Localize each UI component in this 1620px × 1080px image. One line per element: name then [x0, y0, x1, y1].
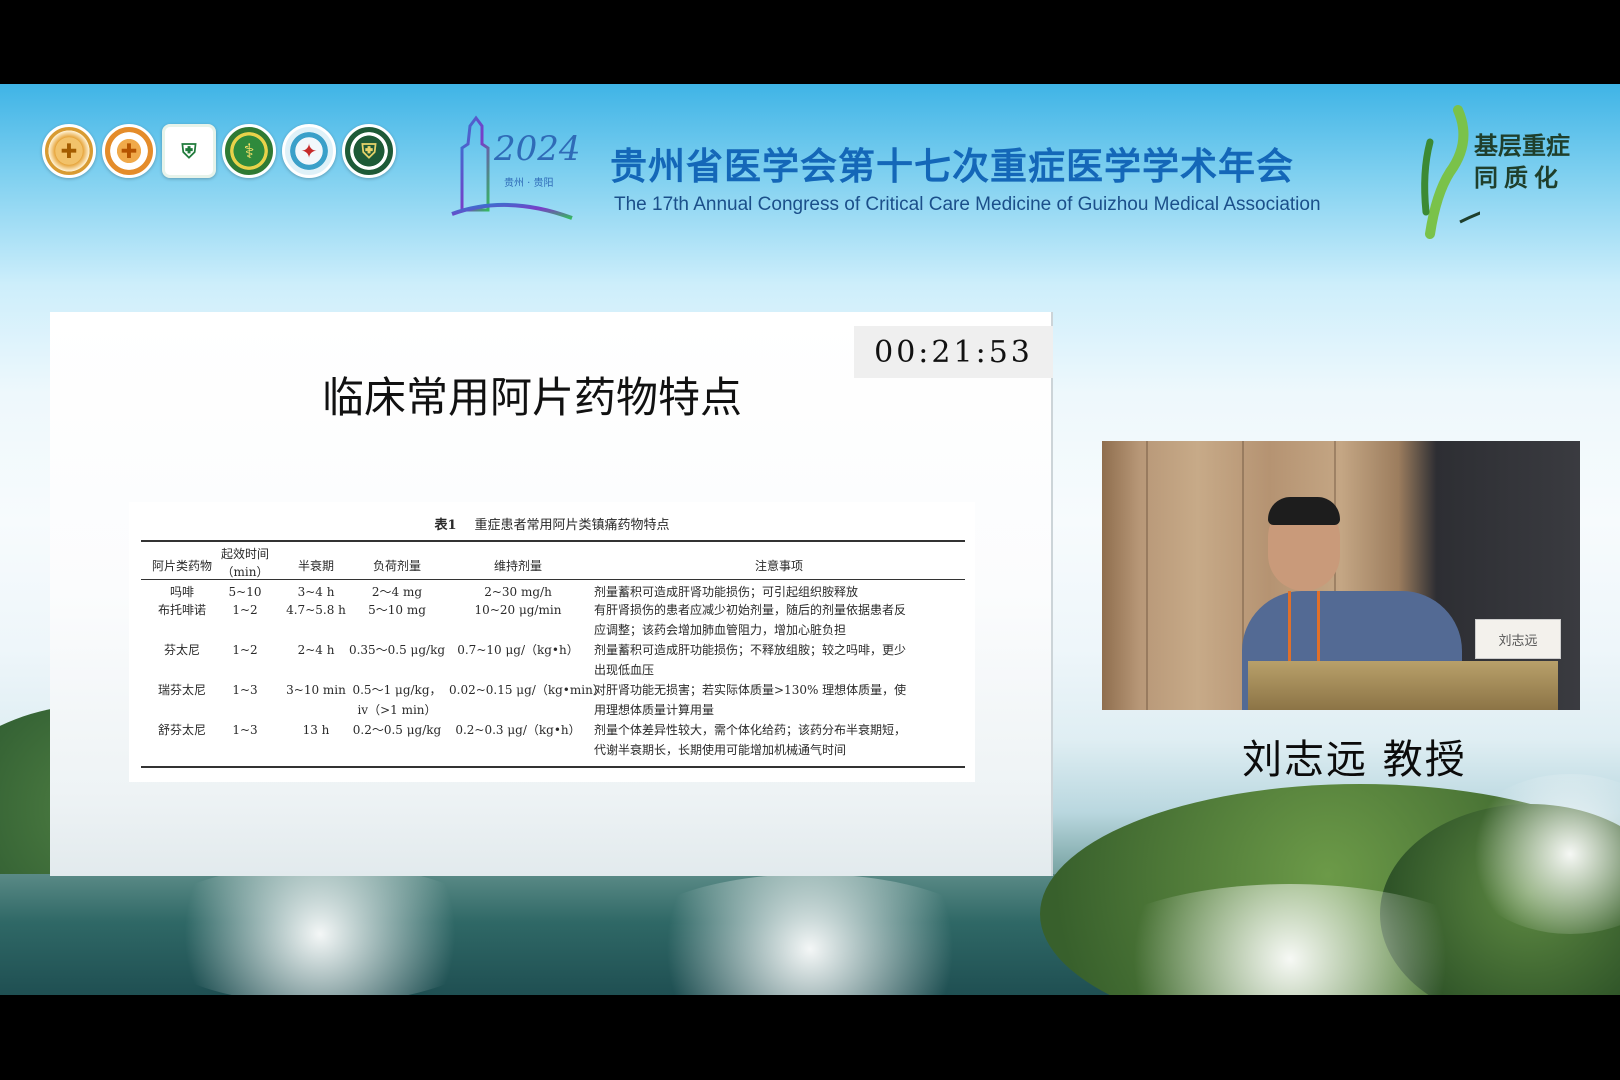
header-onset-unit: （min） [221, 565, 269, 579]
table-cell-halflife: 4.7~5.8 h [286, 603, 346, 617]
org-seal-5-icon: ✦ [282, 124, 336, 178]
brand-line-1: 基层重症 [1474, 132, 1570, 160]
table-rule-top [141, 540, 965, 542]
letterbox-bottom [0, 995, 1620, 1080]
table-cell-halflife: 13 h [302, 723, 330, 737]
table-cell-notes: 有肝肾损伤的患者应减少初始剂量，随后的剂量依据患者反 [594, 603, 907, 617]
header-notes: 注意事项 [754, 559, 803, 573]
table-cell-drug: 舒芬太尼 [157, 723, 206, 737]
session-timer: 00:21:53 [854, 326, 1053, 378]
table-cell-notes-cont: 应调整；该药会增加肺血管阻力，增加心脏负担 [594, 623, 847, 637]
header-loading: 负荷剂量 [372, 559, 421, 573]
background-mist [140, 864, 500, 995]
table-cell-drug: 布托啡诺 [157, 603, 206, 617]
presentation-slide: 临床常用阿片药物特点 表1 重症患者常用阿片类镇痛药物特点 阿片类药物 起效时间 … [50, 312, 1053, 876]
letterbox-top [0, 0, 1620, 84]
brand-swoosh-icon [1421, 105, 1480, 239]
table-cell-drug: 芬太尼 [163, 643, 200, 657]
table-cell-notes-cont: 代谢半衰期长，长期使用可能增加机械通气时间 [594, 743, 847, 757]
table-cell-onset: 1~3 [232, 723, 258, 737]
wall-panel-line [1146, 441, 1148, 710]
org-seal-4-icon: ⚕ [222, 124, 276, 178]
conference-emblem-icon: 2024 贵州 · 贵阳 [451, 115, 581, 220]
header-onset: 起效时间 [220, 547, 269, 561]
table-cell-drug: 瑞芬太尼 [157, 683, 206, 697]
table-cell-loading: 0.2～0.5 μg/kg [352, 723, 442, 737]
organization-logos: ✚ ✚ ⛨ ⚕ ✦ ⛨ [42, 124, 396, 178]
conference-title: 贵州省医学会第十七次重症医学学术年会 [610, 145, 1294, 188]
table-cell-loading: 0.5～1 μg/kg， [352, 683, 442, 697]
table-cell-onset: 1~2 [232, 603, 258, 617]
year-place: 贵州 · 贵阳 [504, 176, 554, 189]
table-cell-notes: 剂量蓄积可造成肝肾功能损伤；可引起组织胺释放 [594, 585, 859, 599]
header-maintenance: 维持剂量 [493, 559, 542, 573]
table-cell-notes-cont: 用理想体质量计算用量 [594, 703, 715, 717]
brand-line-2: 同质化 [1474, 164, 1564, 192]
table-cell-loading: 5～10 mg [368, 603, 426, 617]
org-seal-2-icon: ✚ [102, 124, 156, 178]
org-seal-1-icon: ✚ [42, 124, 96, 178]
table-cell-notes: 对肝肾功能无损害；若实际体质量>130% 理想体质量，使 [594, 683, 907, 697]
table-cell-onset: 1~2 [232, 643, 258, 657]
speaker-lanyard [1288, 591, 1320, 661]
table-cell-notes-cont: 出现低血压 [594, 663, 655, 677]
table-caption: 表1 重症患者常用阿片类镇痛药物特点 [129, 514, 975, 533]
org-seal-6-icon: ⛨ [342, 124, 396, 178]
table-cell-notes: 剂量蓄积可造成肝功能损伤；不释放组胺；较之吗啡，更少 [594, 643, 907, 657]
conference-subtitle: The 17th Annual Congress of Critical Car… [614, 194, 1321, 215]
header-drug: 阿片类药物 [151, 559, 212, 573]
table-cell-notes: 剂量个体差异性较大，需个体化给药；该药分布半衰期短， [594, 723, 907, 737]
table-cell-maintenance: 0.02~0.15 μg/（kg•min） [449, 683, 605, 697]
table-cell-loading-cont: iv（>1 min） [357, 703, 437, 717]
table-caption-label: 表1 [434, 518, 457, 533]
table-cell-maintenance: 2~30 mg/h [484, 585, 552, 599]
table-cell-drug: 吗啡 [169, 585, 194, 599]
speaker-hair [1268, 497, 1340, 525]
org-shield-icon: ⛨ [162, 124, 216, 178]
table-cell-halflife: 3~10 min [286, 683, 346, 697]
table-rule-bottom [141, 766, 965, 768]
speaker-video: 刘志远 [1102, 441, 1580, 710]
podium [1248, 661, 1558, 710]
table-cell-halflife: 2~4 h [297, 643, 335, 657]
header-halflife: 半衰期 [297, 559, 334, 573]
opioid-table: 表1 重症患者常用阿片类镇痛药物特点 阿片类药物 起效时间 （min） 半衰期 负… [129, 502, 975, 782]
table-cell-maintenance: 10~20 μg/min [474, 603, 562, 617]
table-cell-onset: 5~10 [228, 585, 262, 599]
table-cell-onset: 1~3 [232, 683, 258, 697]
slide-title: 临床常用阿片药物特点 [322, 373, 743, 422]
table-cell-maintenance: 0.7~10 μg/（kg•h） [457, 643, 579, 657]
table-cell-loading: 2～4 mg [371, 585, 423, 599]
speaker-name-caption: 刘志远 教授 [1242, 737, 1467, 783]
brand-logo: 基层重症 同质化 [1400, 102, 1590, 242]
table-cell-maintenance: 0.2~0.3 μg/（kg•h） [455, 723, 581, 737]
year-mark: 2024 [493, 129, 581, 169]
table-caption-text: 重症患者常用阿片类镇痛药物特点 [474, 518, 670, 533]
table-cell-loading: 0.35～0.5 μg/kg [348, 643, 446, 657]
speaker-nameplate: 刘志远 [1475, 619, 1561, 659]
table-cell-halflife: 3~4 h [297, 585, 335, 599]
